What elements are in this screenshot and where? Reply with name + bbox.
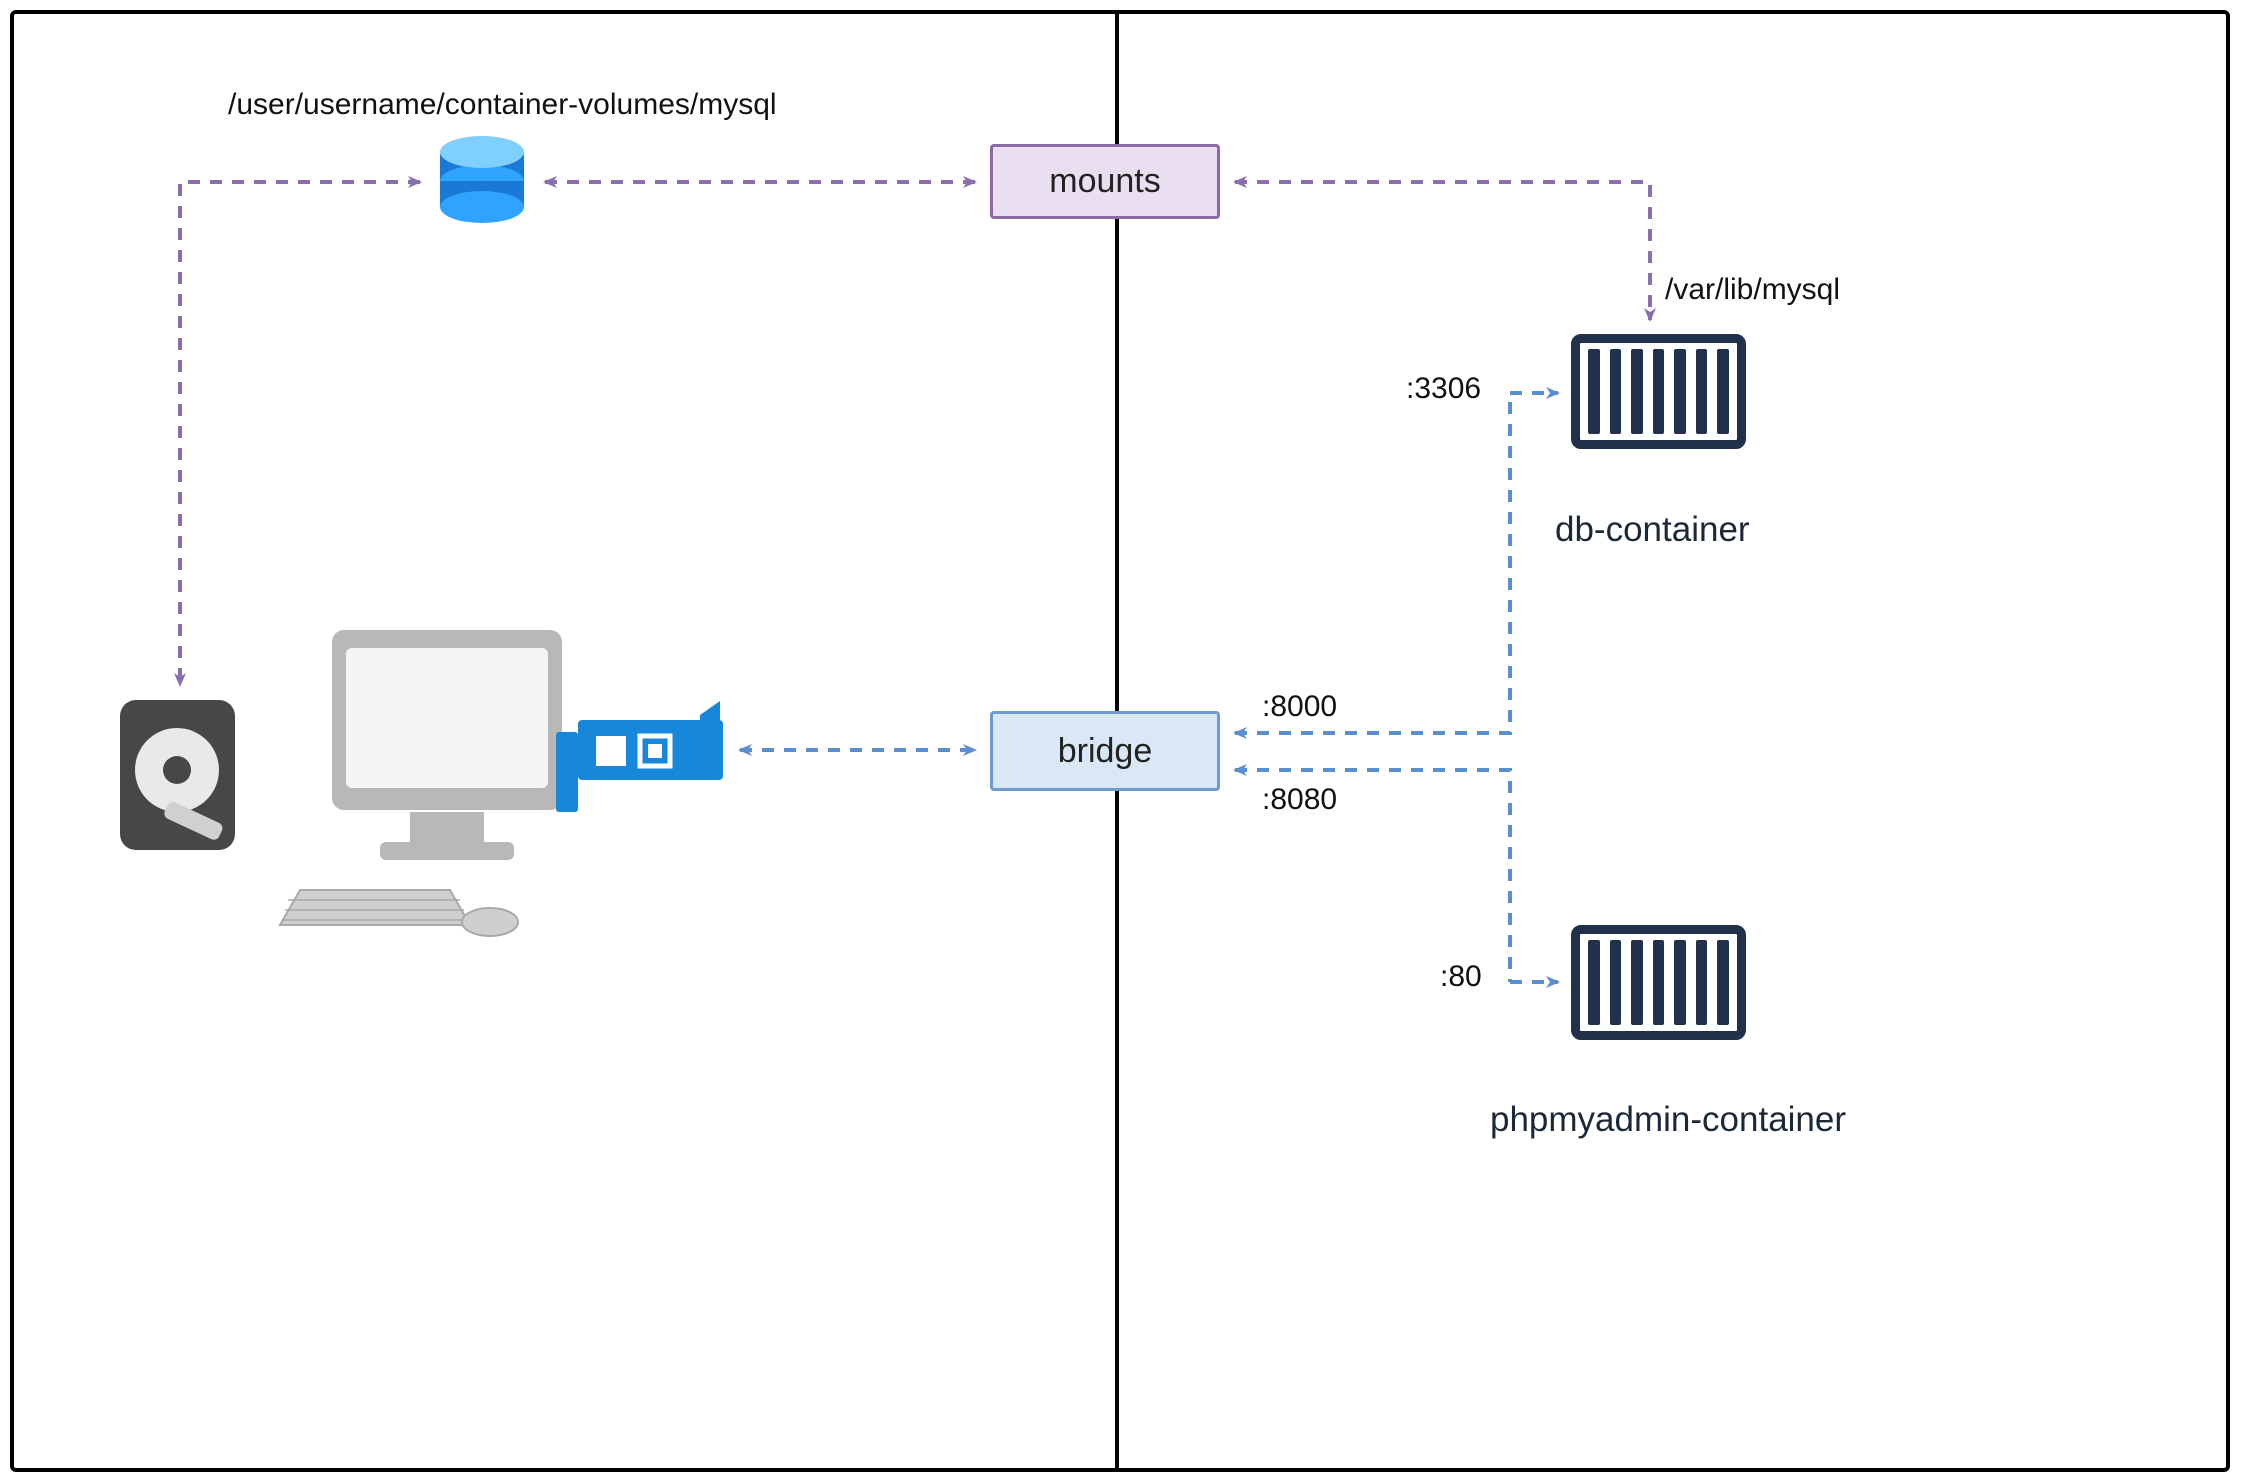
bridge-port-db: :8000	[1262, 690, 1337, 724]
bridge-label: bridge	[1058, 732, 1153, 771]
pma-internal-port: :80	[1440, 960, 1482, 994]
mounts-box: mounts	[990, 144, 1220, 219]
bridge-box: bridge	[990, 711, 1220, 791]
mounts-label: mounts	[1049, 162, 1161, 201]
bridge-port-pma: :8080	[1262, 783, 1337, 817]
phpmyadmin-container-icon	[1571, 925, 1746, 1040]
phpmyadmin-container-name: phpmyadmin-container	[1490, 1100, 1846, 1140]
db-internal-port: :3306	[1406, 372, 1481, 406]
host-volume-path: /user/username/container-volumes/mysql	[228, 88, 777, 122]
db-mount-target: /var/lib/mysql	[1665, 273, 1840, 307]
diagram-canvas: mounts bridge /user/username/container-v…	[0, 0, 2244, 1484]
db-container-name: db-container	[1555, 510, 1750, 550]
db-container-icon	[1571, 334, 1746, 449]
